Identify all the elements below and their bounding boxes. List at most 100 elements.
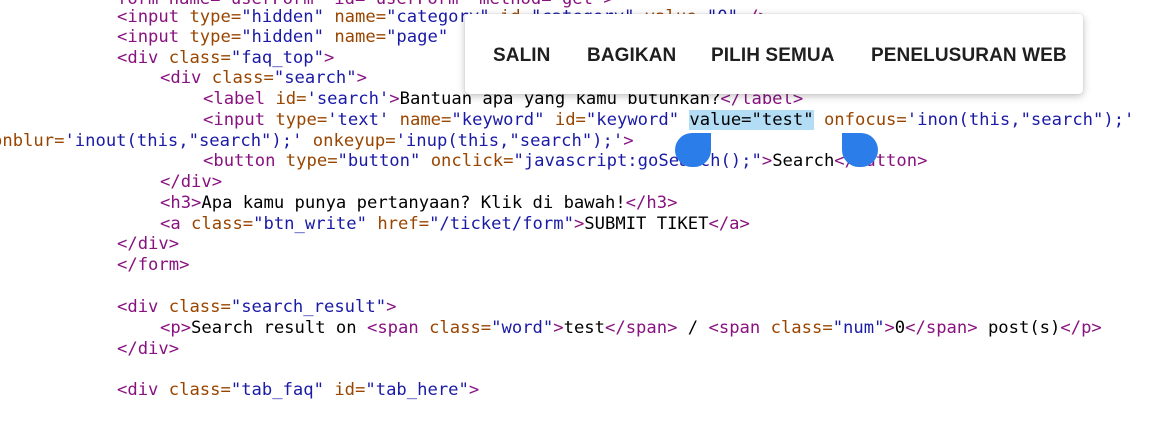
code-token: onkeyup=: [302, 131, 396, 151]
code-token: "faq_top": [230, 48, 324, 68]
code-token: id=: [323, 380, 366, 400]
code-token: <a: [160, 214, 192, 234]
source-line: </div>: [160, 172, 222, 193]
selection-start-handle[interactable]: [675, 133, 711, 167]
code-token: onfocus=: [813, 110, 907, 130]
copy-button[interactable]: SALIN: [493, 14, 551, 94]
code-token: <label: [203, 89, 276, 109]
source-line: <div class="tab_faq" id="tab_here">: [117, 380, 479, 401]
source-line: <a class="btn_write" href="/ticket/form"…: [160, 214, 750, 235]
code-token: "button": [337, 151, 421, 171]
source-line: </form>: [117, 255, 189, 276]
code-token: "page": [386, 27, 449, 47]
code-token: type=: [189, 27, 242, 47]
code-token: /: [677, 318, 709, 338]
source-line: <div class="faq_top">: [117, 48, 334, 69]
code-token: </span>: [905, 318, 978, 338]
code-token: <span: [708, 318, 771, 338]
code-token: </h3>: [625, 193, 678, 213]
code-token: </div>: [117, 234, 180, 254]
code-token: <p>: [160, 318, 192, 338]
code-token: class=: [770, 318, 833, 338]
code-token: Apa kamu punya pertanyaan? Klik di bawah…: [201, 193, 626, 213]
code-token: class=: [168, 48, 231, 68]
code-token: href=: [366, 214, 430, 234]
code-token: >: [761, 151, 773, 171]
code-token: >: [323, 48, 335, 68]
code-token: name=: [389, 110, 452, 130]
code-token: >: [884, 318, 895, 338]
source-line: </div>: [117, 234, 179, 255]
code-token: type=: [285, 151, 338, 171]
code-token: >: [553, 318, 564, 338]
code-token: "hidden": [241, 27, 324, 47]
code-token: name=: [323, 27, 387, 47]
code-token: </div>: [160, 172, 223, 192]
source-line: <div class="search">: [160, 68, 367, 89]
code-token: onblur=: [0, 131, 65, 151]
code-token: "hidden": [241, 7, 324, 27]
code-token: "keyword": [451, 110, 545, 130]
code-token: "/ticket/form": [429, 214, 574, 234]
source-line: <input type="hidden" name="page": [117, 27, 448, 48]
code-token: post(s): [977, 318, 1061, 338]
code-token: "search_result": [230, 297, 387, 317]
code-token: "word": [491, 318, 554, 338]
code-token: </form>: [117, 255, 190, 275]
code-token: 'inon(this,"search");': [906, 110, 1135, 130]
code-token: >: [389, 89, 400, 109]
source-line: <h3>Apa kamu punya pertanyaan? Klik di b…: [160, 193, 677, 214]
code-token: 'search': [306, 89, 390, 109]
code-token: class=: [168, 380, 231, 400]
code-token: </a>: [708, 214, 750, 234]
source-line: <div class="search_result">: [117, 297, 396, 318]
source-line: </div>: [117, 339, 179, 360]
code-token: Search: [772, 151, 835, 171]
code-token: >: [386, 297, 397, 317]
code-token: Search result on: [191, 318, 367, 338]
share-button[interactable]: BAGIKAN: [587, 14, 676, 94]
code-token: </p>: [1060, 318, 1102, 338]
code-token: "btn_write": [253, 214, 367, 234]
code-token: 'inup(this,"search");': [395, 131, 624, 151]
text-selection-context-menu: SALIN BAGIKAN PILIH SEMUA PENELUSURAN WE…: [465, 14, 1083, 94]
selected-text[interactable]: value="test": [689, 110, 814, 130]
code-token: "javascript:goSearch();": [513, 151, 762, 171]
code-token: SUBMIT TIKET: [584, 214, 709, 234]
code-token: "tab_here": [365, 380, 469, 400]
code-token: id=: [275, 89, 307, 109]
code-token: id=: [544, 110, 586, 130]
code-token: 'text': [327, 110, 390, 130]
source-line: <input type='text' name="keyword" id="ke…: [203, 110, 1134, 131]
code-token: <span: [366, 318, 430, 338]
code-token: <div: [117, 48, 169, 68]
code-token: <div: [117, 380, 169, 400]
code-token: <input: [117, 7, 190, 27]
code-token: class=: [191, 214, 254, 234]
code-token: <div: [117, 297, 169, 317]
code-token: >: [623, 131, 634, 151]
code-token: </span>: [605, 318, 678, 338]
code-token: test: [563, 318, 606, 338]
code-token: "tab_faq": [230, 380, 324, 400]
code-token: onclick=: [420, 151, 514, 171]
code-token: "keyword": [585, 110, 680, 130]
selection-end-handle[interactable]: [842, 133, 878, 167]
code-token: type=: [275, 110, 328, 130]
code-token: <div: [160, 68, 212, 88]
web-search-button[interactable]: PENELUSURAN WEB: [871, 14, 1067, 94]
code-token: class=: [168, 297, 231, 317]
code-token: <input: [117, 27, 190, 47]
code-token: >: [356, 68, 367, 88]
code-token: "search": [273, 68, 357, 88]
code-token: </div>: [117, 339, 180, 359]
source-line: <button type="button" onclick="javascrip…: [203, 151, 927, 172]
code-token: 'inout(this,"search");': [64, 131, 303, 151]
code-token: <input: [203, 110, 276, 130]
code-token: type=: [189, 7, 242, 27]
select-all-button[interactable]: PILIH SEMUA: [711, 14, 835, 94]
code-token: >: [573, 214, 585, 234]
code-token: <button: [203, 151, 286, 171]
source-line: <p>Search result on <span class="word">t…: [160, 318, 1102, 339]
